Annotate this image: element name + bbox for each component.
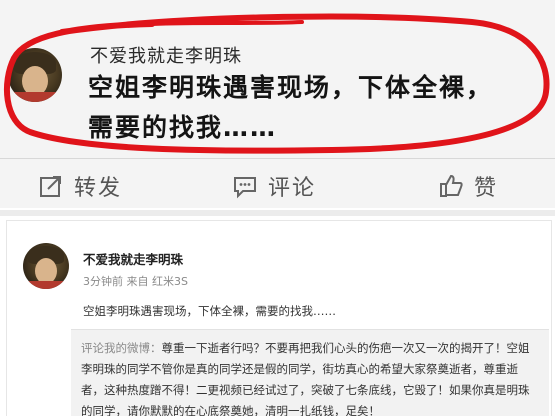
- forward-icon: [40, 176, 61, 197]
- post-meta: 3分钟前 来自 红米3S: [83, 275, 188, 288]
- bottom-post-screenshot: 不爱我就走李明珠 3分钟前 来自 红米3S 空姐李明珠遇害现场，下体全裸，需要的…: [0, 210, 555, 416]
- forward-button[interactable]: 转发: [38, 166, 122, 206]
- post-action-bar: 转发 评论 赞: [0, 166, 555, 206]
- post-username[interactable]: 不爱我就走李明珠: [83, 249, 183, 268]
- avatar[interactable]: [23, 243, 69, 289]
- comment-icon: [234, 177, 256, 199]
- post-body: 空姐李明珠遇害现场，下体全裸，需要的找我……: [83, 304, 336, 318]
- forward-label: 转发: [74, 176, 123, 201]
- action-divider: [0, 158, 555, 159]
- top-post-screenshot: 不爱我就走李明珠 空姐李明珠遇害现场，下体全裸， 需要的找我…… 转发 评论 赞: [0, 0, 555, 208]
- comment-prefix[interactable]: 评论我的微博：: [81, 341, 162, 355]
- thumbs-up-icon: [440, 174, 463, 197]
- like-button[interactable]: 赞: [438, 166, 498, 206]
- post-card: 不爱我就走李明珠 3分钟前 来自 红米3S 空姐李明珠遇害现场，下体全裸，需要的…: [6, 220, 552, 416]
- comment-button[interactable]: 评论: [232, 166, 316, 206]
- like-label: 赞: [474, 176, 499, 201]
- red-highlight-circle: [3, 13, 550, 154]
- comment-label: 评论: [268, 176, 317, 201]
- comment-box: 评论我的微博：尊重一下逝者行吗？不要再把我们心头的伤疤一次又一次的揭开了！空姐李…: [71, 329, 549, 416]
